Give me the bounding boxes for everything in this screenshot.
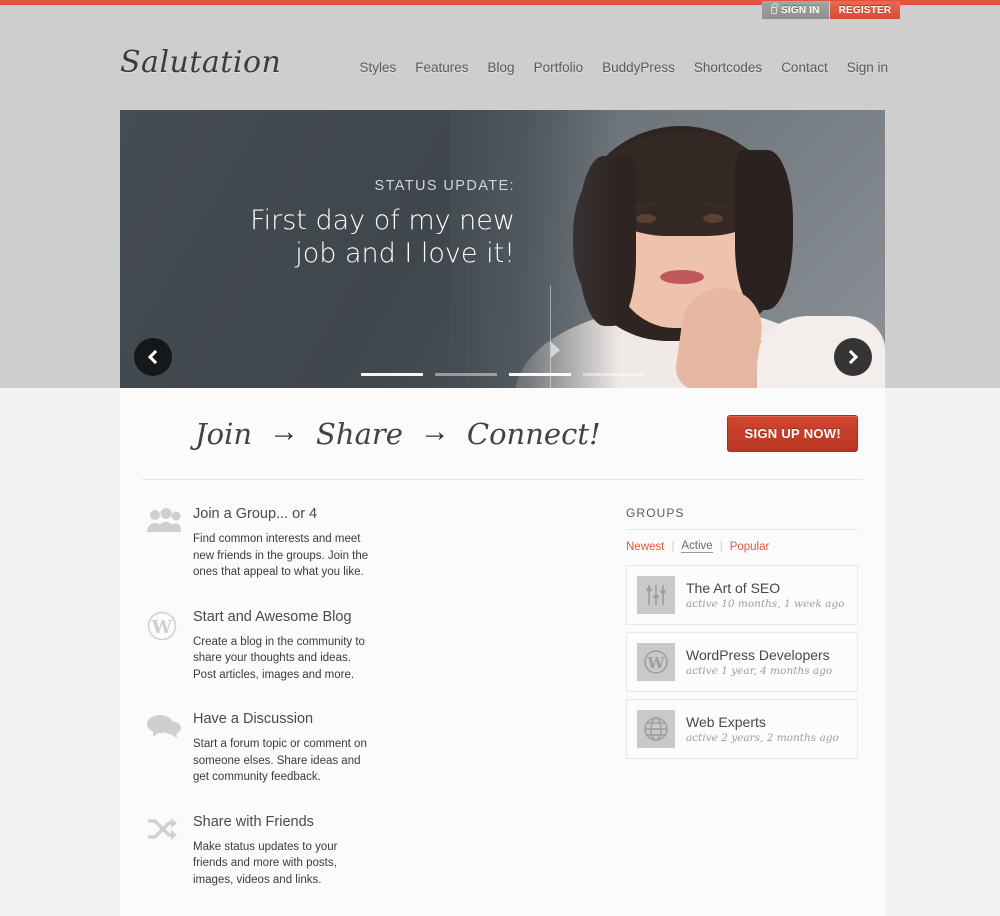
features-grid: Join a Group... or 4 Find common interes… [147,506,618,916]
hero-slider[interactable]: STATUS UPDATE: First day of my new job a… [120,110,885,393]
sliders-icon [637,576,675,614]
chevron-left-icon [147,349,163,365]
sign-up-now-button[interactable]: SIGN UP NOW! [727,415,858,452]
photo-lips [660,270,704,284]
caption-pointer-icon [551,342,560,358]
feature-join-a-group: Join a Group... or 4 Find common interes… [147,506,392,581]
svg-text:W: W [647,654,666,672]
shuffle-arrows-icon [147,814,193,889]
nav-item-features[interactable]: Features [415,60,468,75]
groups-sidebar: GROUPS Newest | Active | Popular The Art… [618,506,858,916]
group-info: WordPress Developers active 1 year, 4 mo… [686,647,832,677]
feature-title: Have a Discussion [193,711,314,727]
wordpress-icon: W [147,609,193,684]
topbar-inner: SIGN IN REGISTER [0,0,1000,20]
cta-steps: Join → Share → Connect! [147,414,727,451]
nav-item-signin[interactable]: Sign in [847,60,888,75]
nav-item-contact[interactable]: Contact [781,60,828,75]
tab-separator-1: | [671,540,675,553]
slider-prev-button[interactable] [134,338,172,376]
group-users-icon [147,506,193,581]
feature-text: Find common interests and meet new frien… [193,533,369,578]
groups-tab-newest[interactable]: Newest [626,541,664,553]
auth-buttons: SIGN IN REGISTER [762,1,901,19]
feature-text: Create a blog in the community to share … [193,635,365,681]
feature-text: Start a forum topic or comment on someon… [193,738,367,783]
group-activity-meta: active 10 months, 1 week ago [686,598,845,610]
register-button[interactable]: REGISTER [829,1,901,19]
feature-title: Start and Awesome Blog [193,608,352,625]
groups-tab-popular[interactable]: Popular [730,541,770,553]
photo-eye-right [703,214,723,223]
group-info: Web Experts active 2 years, 2 months ago [686,714,839,744]
speech-bubbles-icon [147,711,193,786]
chevron-right-icon [843,349,859,365]
arrow-right-icon-2: → [419,414,450,448]
lock-icon [771,2,778,14]
list-item[interactable]: Web Experts active 2 years, 2 months ago [626,699,858,759]
slider-pager-dash-4[interactable] [582,373,645,376]
feature-have-a-discussion: Have a Discussion Start a forum topic or… [147,711,392,786]
slider-pager-dash-3[interactable] [508,373,571,376]
group-activity-meta: active 2 years, 2 months ago [686,732,839,744]
nav-item-styles[interactable]: Styles [359,60,396,75]
content-columns: Join a Group... or 4 Find common interes… [142,480,863,916]
cta-step-share: Share [316,416,403,451]
feature-body: Start and Awesome Blog Create a blog in … [193,609,374,684]
photo-hair-right [735,150,793,310]
feature-title: Share with Friends [193,813,314,830]
feature-body: Share with Friends Make status updates t… [193,814,374,889]
cta-step-join: Join [195,416,253,451]
feature-body: Join a Group... or 4 Find common interes… [193,506,374,581]
slide-kicker: STATUS UPDATE: [374,178,515,194]
site-logo[interactable]: Salutation [120,45,281,80]
feature-title: Join a Group... or 4 [193,506,318,522]
arrow-right-icon-1: → [269,414,300,448]
feature-share-with-friends: Share with Friends Make status updates t… [147,814,392,889]
slide-title-line1: First day of my new [250,205,515,236]
main-navigation: Styles Features Blog Portfolio BuddyPres… [359,60,888,75]
top-accent-bar: SIGN IN REGISTER [0,0,1000,19]
caption-divider [550,285,551,393]
group-name: WordPress Developers [686,647,830,663]
slider-pagination [120,373,885,376]
cta-row: Join → Share → Connect! SIGN UP NOW! [142,388,863,480]
nav-item-shortcodes[interactable]: Shortcodes [694,60,762,75]
photo-eye-left [636,214,656,223]
slide-caption: STATUS UPDATE: First day of my new job a… [165,178,535,270]
globe-icon [637,710,675,748]
sidebar-title: GROUPS [626,506,858,530]
feature-text: Make status updates to your friends and … [193,840,338,886]
group-info: The Art of SEO active 10 months, 1 week … [686,580,844,610]
feature-body: Have a Discussion Start a forum topic or… [193,711,374,786]
list-item[interactable]: W WordPress Developers active 1 year, 4 … [626,632,858,692]
wordpress-icon: W [637,643,675,681]
sign-in-label: SIGN IN [781,4,820,16]
slide-title-line2: job and I love it! [295,238,515,269]
slider-pager-dash-1[interactable] [360,373,423,376]
site-header: Salutation Styles Features Blog Portfoli… [0,5,1000,393]
group-activity-meta: active 1 year, 4 months ago [686,665,833,677]
cta-step-connect: Connect! [466,416,601,451]
svg-text:W: W [151,617,173,638]
sign-in-button[interactable]: SIGN IN [762,1,830,19]
register-label: REGISTER [838,4,892,16]
main-content: Join → Share → Connect! SIGN UP NOW! Joi… [120,388,885,916]
slider-next-button[interactable] [834,338,872,376]
nav-item-portfolio[interactable]: Portfolio [534,60,584,75]
group-name: Web Experts [686,714,766,730]
groups-tab-active[interactable]: Active [681,540,713,553]
feature-start-a-blog: W Start and Awesome Blog Create a blog i… [147,609,392,684]
nav-item-blog[interactable]: Blog [488,60,515,75]
nav-item-buddypress[interactable]: BuddyPress [602,60,675,75]
slider-pager-dash-2[interactable] [434,373,497,376]
groups-filter-tabs: Newest | Active | Popular [626,540,858,553]
group-name: The Art of SEO [686,580,781,596]
tab-separator-2: | [719,540,723,553]
list-item[interactable]: The Art of SEO active 10 months, 1 week … [626,565,858,625]
